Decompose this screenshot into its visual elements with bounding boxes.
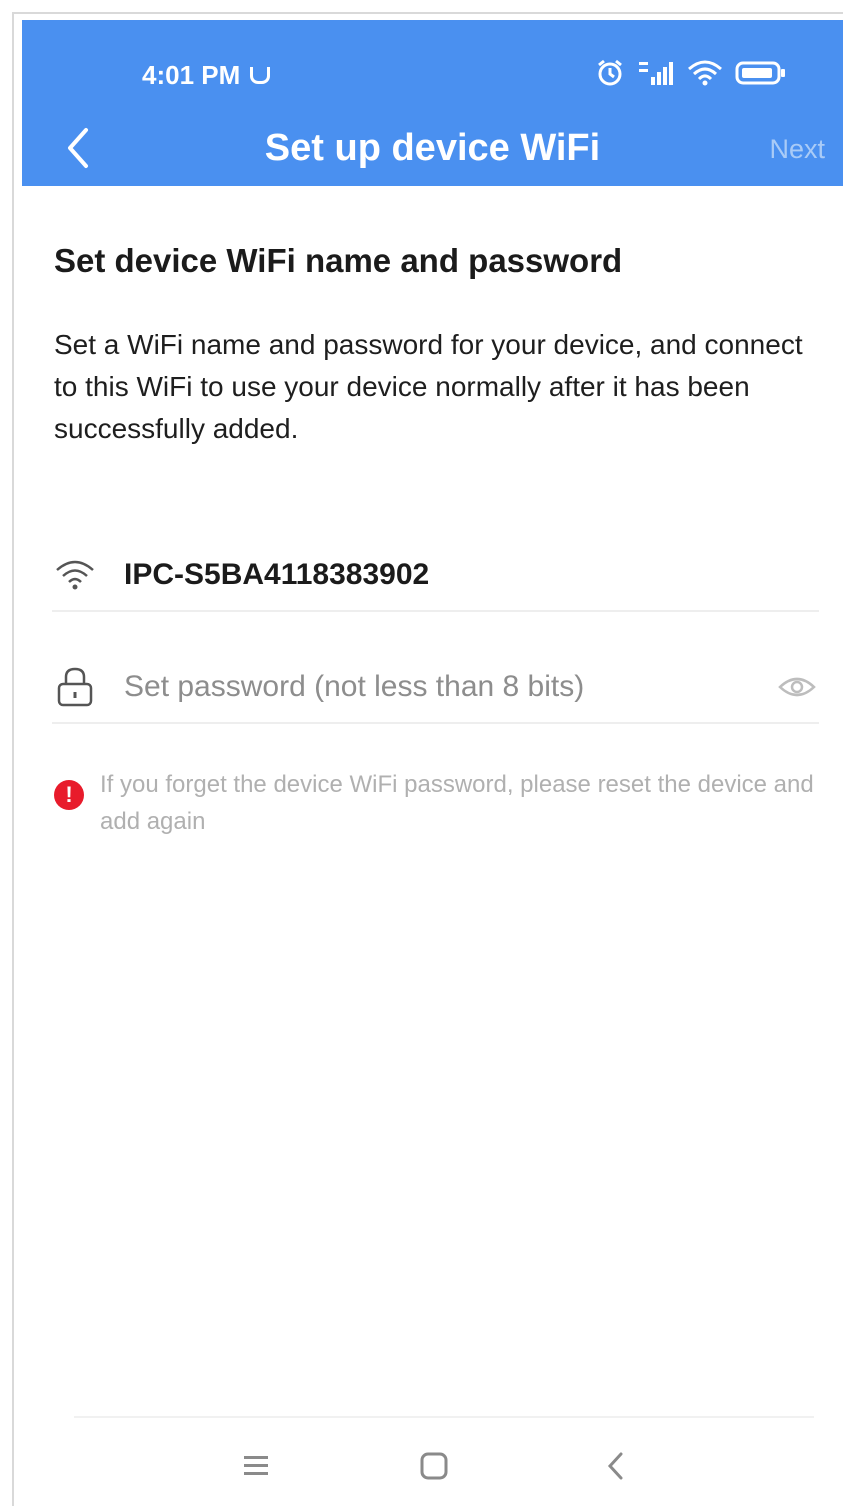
warning-tip-text: If you forget the device WiFi password, … [100,771,814,835]
back-icon [607,1452,623,1480]
battery-icon [735,60,787,86]
system-back-button[interactable] [594,1444,638,1488]
password-row[interactable]: Set password (not less than 8 bits) [52,652,819,724]
next-button[interactable]: Next [769,130,825,168]
eye-icon[interactable] [775,665,819,709]
home-icon [420,1452,448,1480]
menu-icon [244,1456,268,1475]
section-title: Set device WiFi name and password [54,242,623,279]
nav-divider [74,1416,814,1418]
page-title: Set up device WiFi [264,127,601,169]
alarm-icon [595,58,625,88]
warning-tip: ! If you forget the device WiFi password… [54,766,814,840]
password-field[interactable]: Set password (not less than 8 bits) [124,670,775,704]
status-time-group: 4:01 PM [142,60,271,91]
warning-icon: ! [54,780,84,810]
home-button[interactable] [412,1444,456,1488]
status-time: 4:01 PM [142,60,241,90]
wifi-icon [52,552,98,598]
notification-icon [250,67,271,84]
lock-icon [52,664,98,710]
wifi-icon [687,59,723,87]
signal-icon [637,59,675,87]
status-icons [595,58,787,88]
description-text: Set a WiFi name and password for your de… [54,329,803,444]
app-header: 4:01 PM Set up device WiFi Next [22,20,843,186]
wifi-name-row[interactable]: IPC-S5BA4118383902 [52,540,819,612]
menu-button[interactable] [234,1444,278,1488]
system-nav-bar [14,1436,843,1496]
phone-screen: 4:01 PM Set up device WiFi Next Set devi… [12,12,843,1506]
wifi-name-value: IPC-S5BA4118383902 [124,558,430,591]
